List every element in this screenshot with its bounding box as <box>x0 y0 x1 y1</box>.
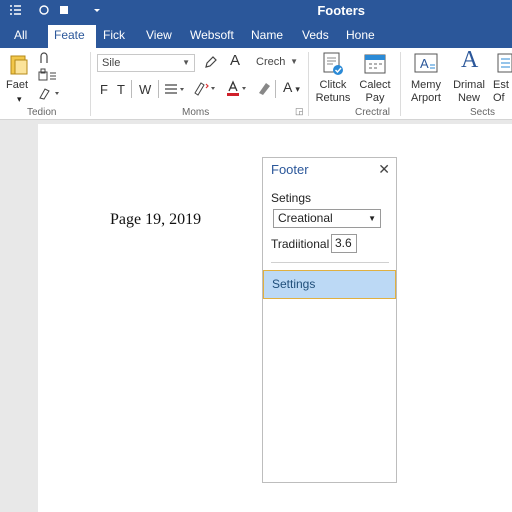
group-separator <box>400 52 401 116</box>
group-label-tedion: Tedion <box>27 107 57 118</box>
style-value: Crech <box>256 56 286 68</box>
group-separator <box>90 52 91 116</box>
format-w-button[interactable]: W <box>139 83 151 96</box>
document-title: Footers <box>317 3 365 18</box>
chevron-down-icon: ▼ <box>368 214 376 223</box>
font-name-box[interactable]: Sile ▼ <box>97 54 195 72</box>
tab-all[interactable]: All <box>8 22 33 48</box>
settings-dropdown[interactable]: Creational ▼ <box>273 209 381 228</box>
pane-divider <box>271 262 389 263</box>
calect-pay-label: Calect Pay <box>359 79 391 104</box>
traditional-input[interactable]: 3.6 <box>331 234 357 253</box>
divider <box>131 80 132 98</box>
font-size-icon[interactable]: A ▾ <box>283 79 300 95</box>
pen-icon[interactable] <box>203 55 217 74</box>
circle-icon[interactable] <box>38 3 50 21</box>
memy-arport-label: Memy Arport <box>411 79 441 104</box>
brush-icon[interactable] <box>37 86 61 105</box>
drimal-new-label: Drimal New <box>453 79 485 104</box>
align-icon[interactable] <box>164 82 186 101</box>
divider <box>275 80 276 98</box>
document-text[interactable]: Page 19, 2019 <box>110 211 201 229</box>
square-icon[interactable] <box>58 3 70 21</box>
folder-icon[interactable] <box>9 53 31 82</box>
calect-pay-button[interactable]: Calect Pay <box>355 79 395 105</box>
group-label-moms: Moms <box>182 107 210 118</box>
traditional-label: Tradiitional <box>271 237 330 251</box>
pane-title: Footer <box>271 162 309 177</box>
tab-veds[interactable]: Veds <box>296 22 335 48</box>
clipboard-icon[interactable] <box>37 67 59 86</box>
text-box-icon[interactable]: A <box>412 51 440 82</box>
dropdown-icon[interactable] <box>92 3 102 21</box>
tab-feate[interactable]: Feate <box>48 25 96 48</box>
list-icon[interactable] <box>8 3 22 21</box>
title-bar: Footers <box>0 0 512 22</box>
font-a-icon[interactable]: A <box>230 52 240 69</box>
memy-arport-button[interactable]: Memy Arport <box>406 79 446 105</box>
group-separator <box>308 52 309 116</box>
highlight-icon[interactable] <box>192 80 216 101</box>
group-label-sects: Sects <box>470 107 496 118</box>
drimal-new-button[interactable]: Drimal New <box>448 79 490 105</box>
traditional-input-value: 3.6 <box>335 236 352 250</box>
word-art-icon[interactable]: A <box>461 47 478 74</box>
settings-label: Setings <box>271 191 312 205</box>
chevron-down-icon: ▼ <box>290 57 298 66</box>
calendar-icon[interactable] <box>362 51 388 82</box>
chevron-down-icon: ▼ <box>182 58 190 67</box>
document-check-icon[interactable] <box>320 51 346 82</box>
format-f-button[interactable]: F <box>100 83 108 96</box>
tab-hone[interactable]: Hone <box>340 22 381 48</box>
format-t-button[interactable]: T <box>117 83 125 96</box>
group-label-crectral: Crectral <box>355 107 391 118</box>
tab-name[interactable]: Name <box>245 22 289 48</box>
style-box[interactable]: Crech ▼ <box>252 54 302 72</box>
footer-pane: Footer ✕ Setings Creational ▼ Tradiition… <box>262 157 397 483</box>
settings-list-item-label: Settings <box>272 277 316 291</box>
drop-cap-icon[interactable] <box>496 51 512 82</box>
faet-button[interactable]: Faet <box>6 79 28 92</box>
settings-dropdown-value: Creational <box>278 211 333 225</box>
click-returns-button[interactable]: Clitck Retuns <box>313 79 353 105</box>
font-name-value: Sile <box>102 57 121 69</box>
est-of-button[interactable]: Est Of <box>493 79 512 105</box>
tab-view[interactable]: View <box>140 22 178 48</box>
chevron-down-icon[interactable]: ▾ <box>17 94 22 105</box>
divider <box>158 80 159 98</box>
dialog-launcher-icon[interactable]: ◲ <box>295 106 304 117</box>
settings-list-item[interactable]: Settings <box>263 270 396 299</box>
close-icon[interactable]: ✕ <box>378 161 390 178</box>
font-color-icon[interactable] <box>225 79 249 102</box>
svg-text:A: A <box>420 56 429 71</box>
tab-websoft[interactable]: Websoft <box>184 22 240 48</box>
eraser-icon[interactable] <box>257 81 273 100</box>
ribbon-tabs: All Feate Fick View Websoft Name Veds Ho… <box>0 22 512 48</box>
ribbon: Faet ▾ Tedion Sile ▼ A Crech ▼ F T W A ▾ … <box>0 47 512 120</box>
click-returns-label: Clitck Retuns <box>315 79 351 104</box>
est-of-label: Est Of <box>493 79 509 104</box>
tab-fick[interactable]: Fick <box>97 22 131 48</box>
